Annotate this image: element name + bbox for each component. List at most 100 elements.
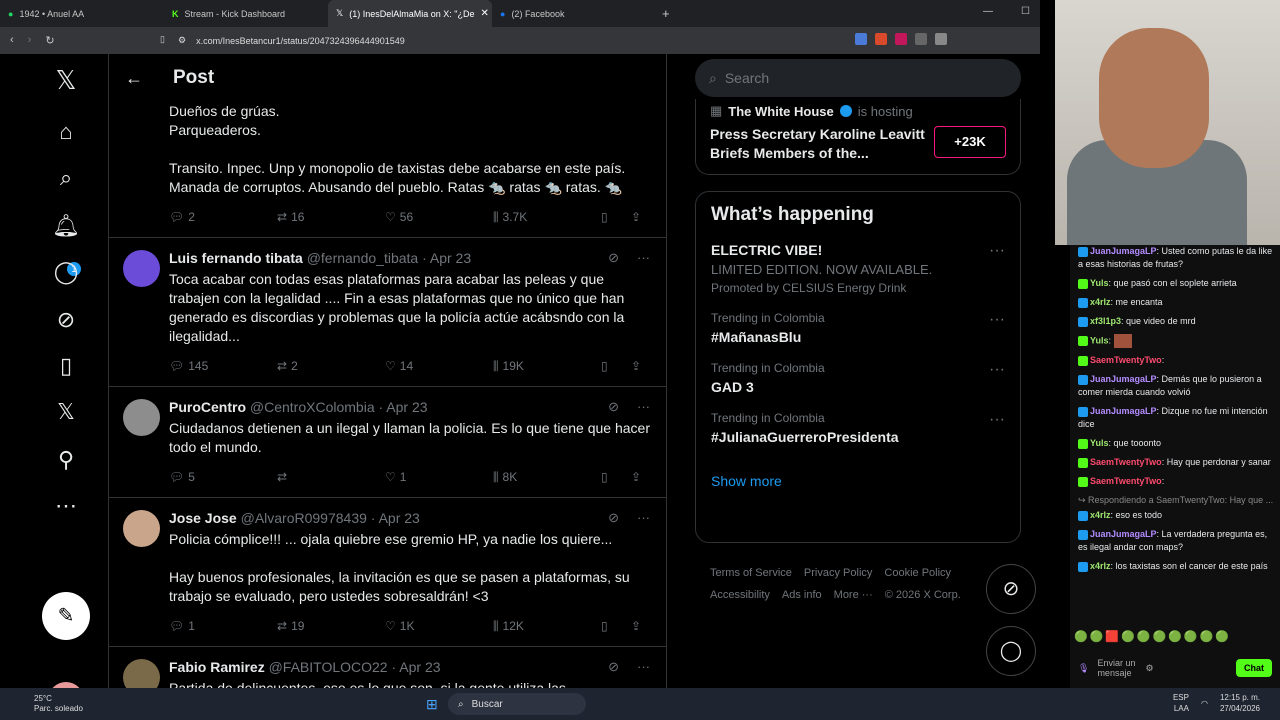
avatar[interactable]	[123, 250, 160, 287]
bookmark-action[interactable]: ▯	[601, 470, 631, 484]
bookmark-action[interactable]: ▯	[601, 208, 631, 227]
share-action[interactable]: ⇪	[631, 359, 641, 373]
chat-user[interactable]: JuanJumagaLP	[1090, 529, 1157, 539]
more-options-icon[interactable]: ···	[989, 242, 1005, 260]
bookmark-action[interactable]: ▯	[601, 359, 631, 373]
messages-float-button[interactable]: ◯	[986, 626, 1036, 676]
trend-item[interactable]: Trending in Colombia #JulianaGuerreroPre…	[711, 411, 1005, 445]
messages-icon[interactable]: ◯	[52, 258, 80, 286]
search-field[interactable]: ⌕ Search	[695, 59, 1021, 97]
extension-icon[interactable]	[855, 33, 867, 45]
weather-widget[interactable]: 25°C Parc. soleado	[0, 694, 83, 714]
chat-user[interactable]: x4rlz	[1090, 561, 1111, 571]
repost-action[interactable]: ⇄	[277, 470, 385, 484]
show-more-link[interactable]: Show more	[711, 473, 1005, 489]
x-logo-icon[interactable]: 𝕏	[52, 66, 80, 94]
more-icon[interactable]: ⋯	[52, 492, 80, 520]
tab-spotify[interactable]: ● 1942 • Anuel AA	[0, 0, 164, 27]
more-options-icon[interactable]: ···	[637, 659, 650, 675]
more-options-icon[interactable]: ···	[989, 361, 1005, 379]
reply-action[interactable]: 💬︎ 145	[169, 359, 277, 373]
footer-link[interactable]: Ads info	[782, 589, 822, 601]
grok-float-button[interactable]: ⊘	[986, 564, 1036, 614]
chat-user[interactable]: x4rlz	[1090, 510, 1111, 520]
bookmark-action[interactable]: ▯	[601, 619, 631, 633]
share-action[interactable]: ⇪	[631, 208, 641, 227]
bookmark-page-icon[interactable]: ▯	[160, 34, 165, 45]
avatar[interactable]	[123, 659, 160, 688]
extension-icon[interactable]	[935, 33, 947, 45]
repost-action[interactable]: ⇄ 2	[277, 359, 385, 373]
author-name[interactable]: Luis fernando tibata	[169, 250, 303, 266]
extension-icon[interactable]	[915, 33, 927, 45]
chat-user[interactable]: Yuls	[1090, 278, 1109, 288]
chat-user[interactable]: SaemTwentyTwo	[1090, 476, 1162, 486]
chat-user[interactable]: JuanJumagaLP	[1090, 246, 1157, 256]
author-name[interactable]: Fabio Ramirez	[169, 659, 265, 675]
share-action[interactable]: ⇪	[631, 619, 641, 633]
reply-action[interactable]: 💬︎ 5	[169, 470, 277, 484]
chat-user[interactable]: x4rlz	[1090, 297, 1111, 307]
chat-user[interactable]: JuanJumagaLP	[1090, 374, 1157, 384]
minimize-icon[interactable]: —	[983, 6, 993, 17]
grok-icon[interactable]: ⊘	[608, 250, 619, 266]
more-options-icon[interactable]: ···	[989, 311, 1005, 329]
chat-user[interactable]: Yuls	[1090, 335, 1109, 345]
views-action[interactable]: ⫼ 12K	[493, 619, 601, 634]
more-options-icon[interactable]: ···	[637, 399, 650, 415]
like-action[interactable]: ♡ 56	[385, 208, 493, 227]
chat-input[interactable]: Enviar un mensaje	[1097, 658, 1137, 678]
emote-tray[interactable]: 🟢🟢🟥🟢🟢🟢🟢🟢🟢🟢	[1074, 630, 1231, 643]
chat-user[interactable]: Yuls	[1090, 438, 1109, 448]
back-arrow-icon[interactable]: ←	[125, 68, 143, 89]
avatar[interactable]	[123, 510, 160, 547]
close-tab-icon[interactable]: ✕	[481, 8, 489, 19]
more-options-icon[interactable]: ···	[637, 250, 650, 266]
maximize-icon[interactable]: ☐	[1021, 6, 1030, 17]
wifi-icon[interactable]: ◠	[1201, 698, 1208, 709]
share-action[interactable]: ⇪	[631, 470, 641, 484]
chat-user[interactable]: JuanJumagaLP	[1090, 406, 1157, 416]
trend-item-promoted[interactable]: ELECTRIC VIBE! LIMITED EDITION. NOW AVAI…	[711, 242, 1005, 295]
clock[interactable]: 12:15 p. m. 27/04/2026	[1220, 692, 1260, 714]
extension-icon[interactable]	[895, 33, 907, 45]
settings-icon[interactable]: ⚙	[1145, 663, 1153, 674]
microphone-icon[interactable]: 🎙︎	[1078, 663, 1089, 674]
reply-tweet[interactable]: Jose Jose @AlvaroR09978439 · Apr 23 ⊘ ···…	[109, 497, 666, 646]
taskbar-search[interactable]: ⌕ Buscar	[448, 693, 586, 715]
post-date[interactable]: · Apr 23	[422, 250, 471, 266]
grok-icon[interactable]: ⊘	[608, 510, 619, 526]
forward-nav-icon[interactable]: ›	[28, 34, 32, 47]
repost-action[interactable]: ⇄ 16	[277, 208, 385, 227]
bookmarks-icon[interactable]: ▯	[52, 352, 80, 380]
send-chat-button[interactable]: Chat	[1236, 659, 1272, 677]
reply-tweet[interactable]: PuroCentro @CentroXColombia · Apr 23 ⊘ ··…	[109, 386, 666, 497]
author-name[interactable]: Jose Jose	[169, 510, 237, 526]
trend-item[interactable]: Trending in Colombia GAD 3 ···	[711, 361, 1005, 395]
site-info-icon[interactable]: ⚙	[178, 35, 186, 46]
grok-icon[interactable]: ⊘	[608, 399, 619, 415]
tab-kick[interactable]: K Stream - Kick Dashboard	[164, 0, 328, 27]
grok-icon[interactable]: ⊘	[52, 306, 80, 334]
live-space-card[interactable]: ▦ The White House is hosting Press Secreta…	[695, 99, 1021, 175]
author-handle[interactable]: @CentroXColombia	[250, 399, 375, 415]
tab-x-post[interactable]: 𝕏 (1) InesDelAlmaMia on X: "¿De ✕	[328, 0, 492, 27]
post-date[interactable]: · Apr 23	[391, 659, 440, 675]
notifications-bell-icon[interactable]: 🔔︎	[52, 212, 80, 240]
author-handle[interactable]: @FABITOLOCO22	[269, 659, 388, 675]
url-field[interactable]: ⚙ x.com/InesBetancur1/status/20473243964…	[178, 31, 838, 50]
chat-user[interactable]: SaemTwentyTwo	[1090, 355, 1162, 365]
reply-action[interactable]: 💬︎ 2	[169, 208, 277, 227]
chat-user[interactable]: SaemTwentyTwo	[1090, 457, 1162, 467]
search-icon[interactable]: ⌕	[52, 164, 80, 192]
reply-tweet[interactable]: Luis fernando tibata @fernando_tibata · …	[109, 237, 666, 386]
author-handle[interactable]: @fernando_tibata	[307, 250, 419, 266]
start-icon[interactable]: ⊞	[426, 696, 438, 713]
profile-icon[interactable]: ⚲	[52, 446, 80, 474]
trend-item[interactable]: Trending in Colombia #MañanasBlu ···	[711, 311, 1005, 345]
repost-action[interactable]: ⇄ 19	[277, 619, 385, 633]
back-nav-icon[interactable]: ‹	[10, 34, 14, 47]
more-options-icon[interactable]: ···	[989, 411, 1005, 429]
chat-user[interactable]: xf3l1p3	[1090, 316, 1121, 326]
views-action[interactable]: ⫼ 8K	[493, 470, 601, 485]
